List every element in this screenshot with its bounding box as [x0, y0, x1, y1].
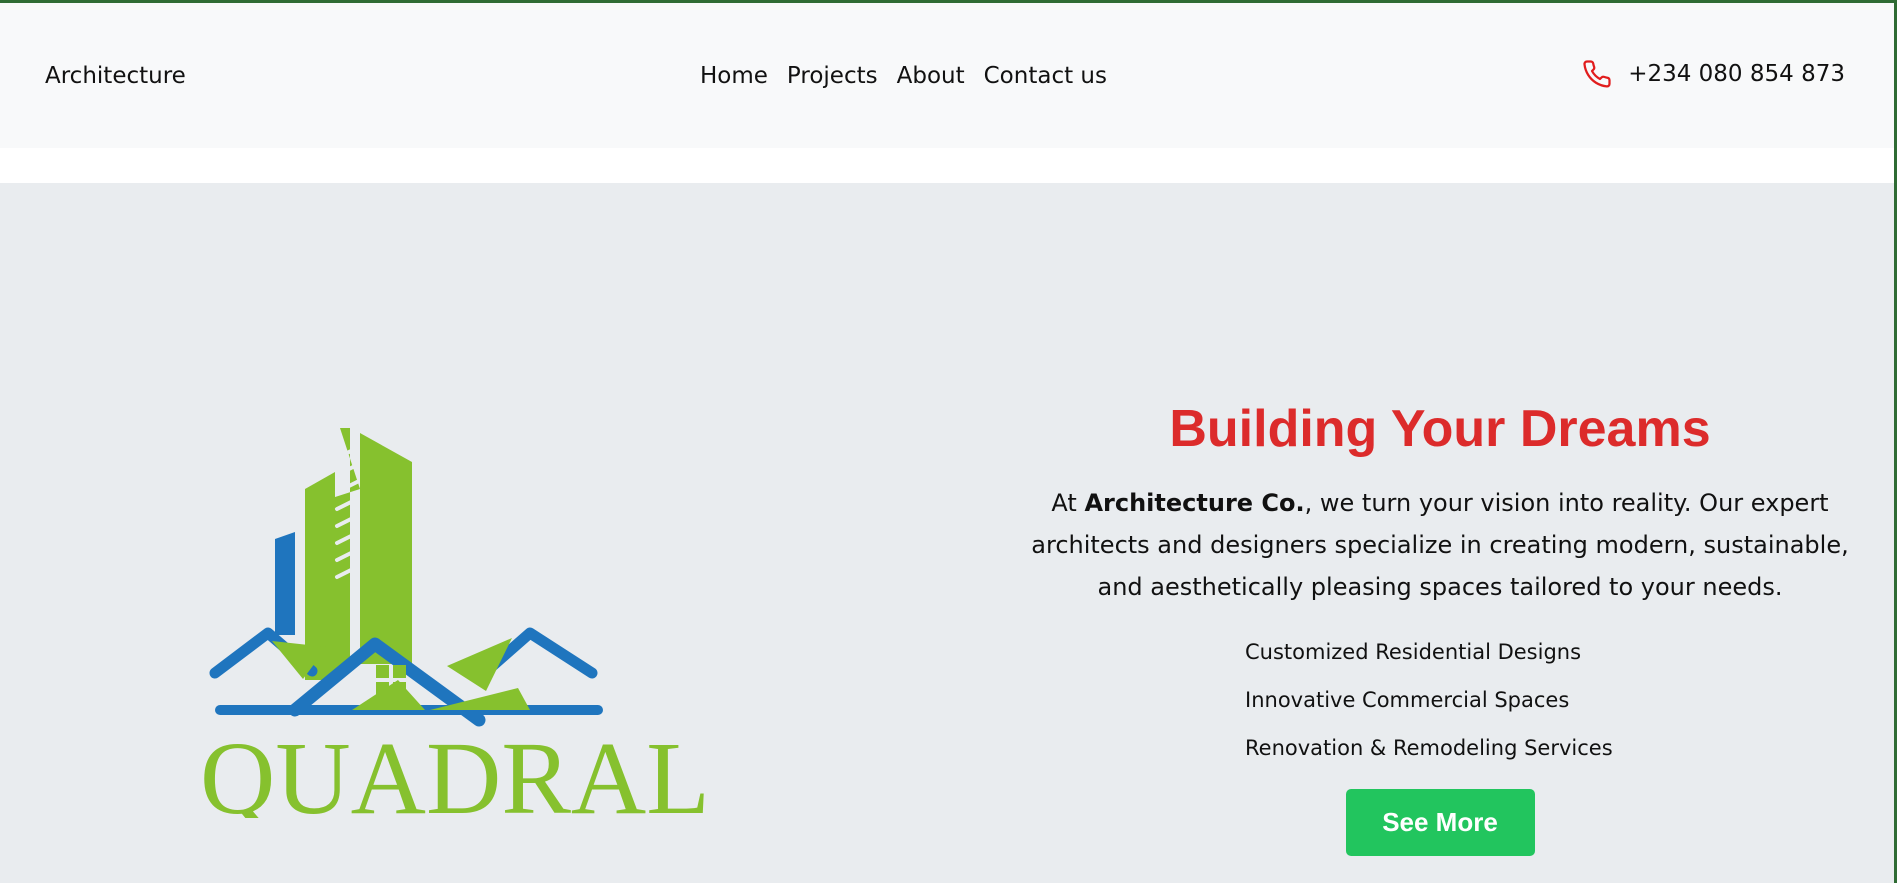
phone-contact[interactable]: +234 080 854 873: [1582, 59, 1845, 89]
hero-title: Building Your Dreams: [1169, 400, 1711, 458]
service-list-item: Renovation & Remodeling Services: [1245, 736, 1613, 761]
top-navigation: Architecture Home Projects About Contact…: [0, 3, 1894, 148]
hero-intro-text: At: [1051, 489, 1077, 518]
nav-link-contact[interactable]: Contact us: [984, 63, 1107, 89]
nav-link-home[interactable]: Home: [700, 63, 768, 89]
main-menu: Home Projects About Contact us: [700, 63, 1107, 89]
see-more-button[interactable]: See More: [1345, 789, 1535, 857]
service-list-item: Innovative Commercial Spaces: [1245, 688, 1570, 713]
brand-link[interactable]: Architecture: [45, 63, 186, 89]
services-list: Customized Residential Designs Innovativ…: [1245, 628, 1635, 772]
nav-link-about[interactable]: About: [897, 63, 965, 89]
service-list-item: Customized Residential Designs: [1245, 640, 1582, 665]
logo-buildings: [275, 428, 412, 680]
hero-description: At Architecture Co., we turn your vision…: [1030, 482, 1850, 608]
phone-icon: [1583, 60, 1611, 88]
phone-number: +234 080 854 873: [1628, 61, 1845, 87]
quadral-logo: QUADRAL: [200, 428, 710, 818]
company-name: Architecture Co.: [1084, 489, 1305, 518]
browser-viewport: Architecture Home Projects About Contact…: [0, 3, 1894, 883]
nav-link-projects[interactable]: Projects: [787, 63, 878, 89]
hero-section: QUADRAL Building Your Dreams At Architec…: [0, 183, 1894, 883]
hero-copy: Building Your Dreams At Architecture Co.…: [1020, 400, 1860, 857]
logo-wordmark: QUADRAL: [200, 721, 710, 818]
